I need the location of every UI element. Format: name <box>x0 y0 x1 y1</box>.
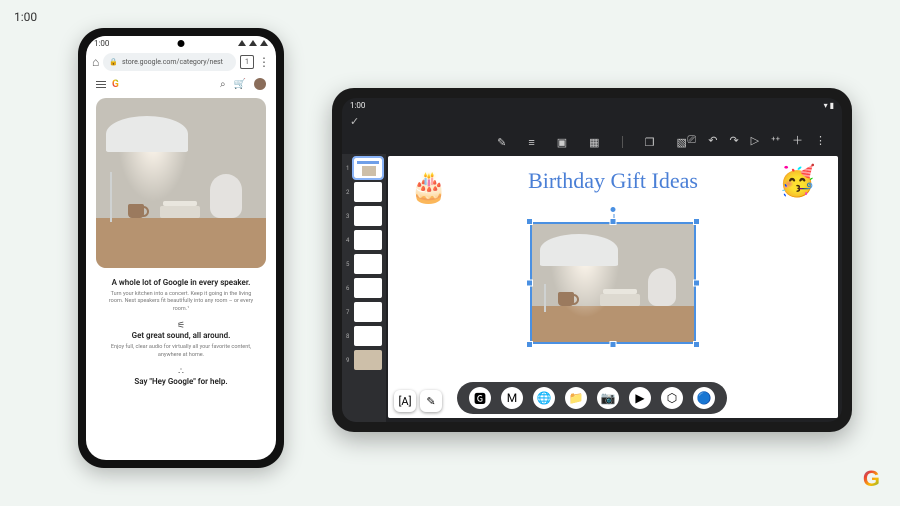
slide-thumb-3[interactable]: 3 <box>346 206 382 226</box>
headline-2: Get great sound, all around. <box>108 331 254 341</box>
tab-switcher[interactable]: 1 <box>240 55 254 69</box>
lock-icon: 🔒 <box>109 58 118 66</box>
page-content: A whole lot of Google in every speaker. … <box>86 94 276 460</box>
layers-icon[interactable]: ▧ <box>676 136 686 149</box>
resize-handle-br[interactable] <box>693 341 700 348</box>
headline-1: A whole lot of Google in every speaker. <box>108 278 254 288</box>
phone-screen: 1:00 ⌂ 🔒 store.google.com/category/nest … <box>86 36 276 460</box>
app-actions: ⎚ ↶ ↷ ▷ ⁺⁺ ＋ ⋮ <box>687 132 826 148</box>
phone-camera-hole <box>178 40 185 47</box>
resize-handle-bl[interactable] <box>526 341 533 348</box>
text-tool-button[interactable]: [A] <box>394 390 416 412</box>
taskbar-app-1[interactable]: M <box>501 387 523 409</box>
slide-thumb-1[interactable]: 1 <box>346 158 382 178</box>
hero-image <box>96 98 266 268</box>
cart-icon[interactable]: 🛒 <box>234 79 246 90</box>
google-logo-icon[interactable]: G <box>112 79 119 90</box>
toolbar-divider <box>622 136 623 148</box>
browser-menu-icon[interactable]: ⋮ <box>258 58 270 66</box>
url-field[interactable]: 🔒 store.google.com/category/nest <box>103 53 236 71</box>
add-icon[interactable]: ＋ <box>792 132 803 148</box>
list-icon[interactable]: ≡ <box>528 136 534 149</box>
phone-time: 1:00 <box>94 39 109 48</box>
resize-handle-b[interactable] <box>610 341 617 348</box>
taskbar-app-7[interactable]: 🔵 <box>693 387 715 409</box>
copy-icon[interactable]: ❐ <box>645 136 655 149</box>
share-icon[interactable]: ⁺⁺ <box>771 134 780 147</box>
tablet-screen: 1:00 ▾ ▮ ✓ ⎚ ↶ ↷ ▷ ⁺⁺ ＋ ⋮ ✎ ≡ ▣ ▦ ❐ ▧ 1 2… <box>342 98 842 422</box>
resize-handle-tr[interactable] <box>693 218 700 225</box>
slide-thumb-7[interactable]: 7 <box>346 302 382 322</box>
cast-icon[interactable]: ⎚ <box>687 133 696 147</box>
tablet-status-bar: 1:00 ▾ ▮ <box>342 98 842 112</box>
party-emoji[interactable]: 🥳 <box>779 164 816 199</box>
slide-thumb-8[interactable]: 8 <box>346 326 382 346</box>
url-text: store.google.com/category/nest <box>122 58 223 66</box>
wifi-icon <box>238 40 246 46</box>
taskbar-app-6[interactable]: ⬡ <box>661 387 683 409</box>
tablet-time: 1:00 <box>350 101 365 110</box>
slide-thumb-2[interactable]: 2 <box>346 182 382 202</box>
resize-handle-l[interactable] <box>526 280 533 287</box>
phone-device-frame: 1:00 ⌂ 🔒 store.google.com/category/nest … <box>78 28 284 468</box>
resize-handle-tl[interactable] <box>526 218 533 225</box>
slide-thumb-9[interactable]: 9 <box>346 350 382 370</box>
slide-title[interactable]: Birthday Gift Ideas <box>388 168 838 194</box>
sound-icon: ⚟ <box>96 321 266 331</box>
app-confirm-bar[interactable]: ✓ <box>342 112 842 130</box>
draw-icon[interactable]: ✎ <box>497 136 506 149</box>
floating-tools: [A] ✎ <box>394 390 442 412</box>
avatar[interactable] <box>254 78 266 90</box>
taskbar-app-2[interactable]: 🌐 <box>533 387 555 409</box>
slide-thumbnails: 1 2 3 4 5 6 7 8 9 <box>342 154 386 422</box>
pen-tool-button[interactable]: ✎ <box>420 390 442 412</box>
taskbar-app-5[interactable]: ▶ <box>629 387 651 409</box>
resize-handle-r[interactable] <box>693 280 700 287</box>
more-icon[interactable]: ⋮ <box>815 134 826 147</box>
play-icon[interactable]: ▷ <box>751 134 759 147</box>
search-icon[interactable]: ⌕ <box>220 79 226 90</box>
slide-canvas[interactable]: Birthday Gift Ideas 🎂 🥳 <box>388 156 838 418</box>
undo-icon[interactable]: ↶ <box>708 134 717 147</box>
paragraph-2: Enjoy full, clear audio for virtually al… <box>106 344 256 359</box>
home-icon[interactable]: ⌂ <box>92 55 99 69</box>
resize-handle-t[interactable] <box>610 218 617 225</box>
assistant-icon: ∴ <box>96 367 266 377</box>
slide-thumb-5[interactable]: 5 <box>346 254 382 274</box>
taskbar-app-0[interactable]: 🅶 <box>469 387 491 409</box>
tablet-taskbar: 🅶 M 🌐 📁 📷 ▶ ⬡ 🔵 <box>457 382 727 414</box>
headline-3: Say "Hey Google" for help. <box>108 377 254 387</box>
crop-icon[interactable]: ▣ <box>557 136 567 149</box>
redo-icon[interactable]: ↷ <box>729 134 738 147</box>
site-header: G ⌕ 🛒 <box>86 74 276 94</box>
slide-thumb-4[interactable]: 4 <box>346 230 382 250</box>
image-icon[interactable]: ▦ <box>589 136 599 149</box>
hamburger-icon[interactable] <box>96 81 106 88</box>
presentation-timestamp: 1:00 <box>14 10 37 24</box>
cake-emoji[interactable]: 🎂 <box>410 170 447 205</box>
selection-border <box>530 222 696 344</box>
slide-thumb-6[interactable]: 6 <box>346 278 382 298</box>
taskbar-app-3[interactable]: 📁 <box>565 387 587 409</box>
browser-url-bar[interactable]: ⌂ 🔒 store.google.com/category/nest 1 ⋮ <box>86 50 276 74</box>
selected-image[interactable] <box>530 222 696 344</box>
paragraph-1: Turn your kitchen into a concert. Keep i… <box>106 291 256 313</box>
taskbar-app-4[interactable]: 📷 <box>597 387 619 409</box>
tablet-device-frame: 1:00 ▾ ▮ ✓ ⎚ ↶ ↷ ▷ ⁺⁺ ＋ ⋮ ✎ ≡ ▣ ▦ ❐ ▧ 1 2… <box>332 88 852 432</box>
signal-icon <box>249 40 257 46</box>
tablet-status-icons: ▾ ▮ <box>824 101 834 110</box>
google-watermark-icon: G <box>863 466 880 492</box>
battery-icon <box>260 40 268 46</box>
rotate-handle[interactable] <box>610 206 617 213</box>
